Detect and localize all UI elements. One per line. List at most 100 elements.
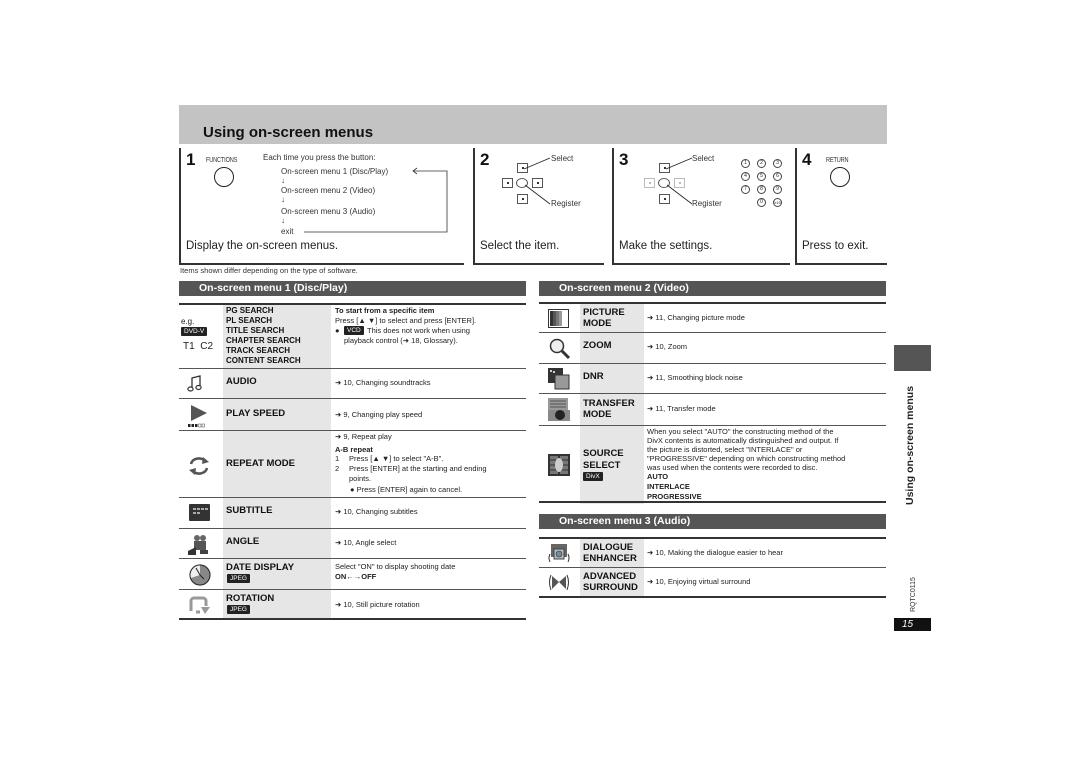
desc-advanced-surround: ➜ 10, Enjoying virtual surround [647,577,751,586]
search-item-pl[interactable]: PL SEARCH [226,316,272,326]
source-desc-line: "PROGRESSIVE" depending on which constru… [647,454,846,463]
item-select[interactable]: SELECT [583,460,620,471]
option-auto[interactable]: AUTO [647,472,668,482]
menu1-header: On-screen menu 1 (Disc/Play) [179,281,526,296]
item-date-display[interactable]: DATE DISPLAY [226,562,294,573]
clock-icon [189,564,211,586]
page-number: 15 [894,618,931,631]
table-row-dialogue-enhancer: DIALOGUE ENHANCER ➜ 10, Making the dialo… [539,539,886,568]
example-label: e.g. [181,317,195,326]
table-row-transfer-mode: TRANSFER MODE ➜ 11, Transfer mode [539,394,886,426]
desc-subtitle: ➜ 10, Changing subtitles [335,507,418,516]
numpad-key-2[interactable]: 2 [757,159,766,168]
item-advanced[interactable]: ADVANCED [583,571,636,582]
return-button[interactable] [830,167,850,187]
item-dialogue[interactable]: DIALOGUE [583,542,633,553]
functions-button[interactable] [214,167,234,187]
table-row-play-speed: PLAY SPEED ➜ 9, Changing play speed [179,399,526,431]
search-item-content[interactable]: CONTENT SEARCH [226,356,301,366]
vcd-note-2: playback control (➜ 18, Glossary). [344,336,458,345]
desc-audio: ➜ 10, Changing soundtracks [335,378,431,387]
item-audio[interactable]: AUDIO [226,376,257,387]
search-item-pg[interactable]: PG SEARCH [226,306,274,316]
menu1-table: e.g. DVD-V T1 C2 PG SEARCH PL SEARCH TIT… [179,305,526,620]
item-transfer[interactable]: TRANSFER [583,398,635,409]
numpad-key-6[interactable]: 6 [773,172,782,181]
desc-transfer-mode: ➜ 11, Transfer mode [647,404,716,413]
menu3-table: DIALOGUE ENHANCER ➜ 10, Making the dialo… [539,539,886,599]
item-surround[interactable]: SURROUND [583,582,638,593]
repeat-icon [189,457,209,475]
step-2-caption: Select the item. [480,240,560,252]
desc-rotation: ➜ 10, Still picture rotation [335,600,420,609]
select-label: Select [551,154,574,163]
numpad-key-7[interactable]: 7 [741,185,750,194]
item-zoom[interactable]: ZOOM [583,340,612,351]
source-desc-line: DivX contents is automatically distingui… [647,436,839,445]
dvd-v-tag: DVD-V [181,327,208,336]
item-picture[interactable]: PICTURE [583,307,625,318]
item-dnr[interactable]: DNR [583,371,604,382]
table-row-repeat-mode: REPEAT MODE ➜ 9, Repeat play A-B repeat … [179,431,526,498]
item-subtitle[interactable]: SUBTITLE [226,505,272,516]
menu2-header: On-screen menu 2 (Video) [539,281,886,296]
numpad-key-1[interactable]: 1 [741,159,750,168]
jpeg-tag: JPEG [227,605,250,614]
step-3-box: 3 Select Register 1 2 3 4 5 6 7 8 9 0 ≥1… [612,148,790,265]
section-tab-marker [894,345,931,371]
magnifier-icon [549,338,571,360]
document-code: RQTC0115 [910,577,917,612]
numpad-key-8[interactable]: 8 [757,185,766,194]
item-repeat-mode[interactable]: REPEAT MODE [226,458,295,469]
numpad-key-3[interactable]: 3 [773,159,782,168]
software-note: Items shown differ depending on the type… [180,266,358,275]
item-play-speed[interactable]: PLAY SPEED [226,408,285,419]
advanced-surround-icon [549,574,569,591]
search-item-title[interactable]: TITLE SEARCH [226,326,284,336]
numpad-key-4[interactable]: 4 [741,172,750,181]
desc-dialogue-enhancer: ➜ 10, Making the dialogue easier to hear [647,548,783,557]
desc-repeat: ➜ 9, Repeat play [335,432,392,441]
item-enhancer[interactable]: ENHANCER [583,553,637,564]
transfer-mode-icon [548,398,570,421]
item-angle[interactable]: ANGLE [226,536,259,547]
table-row-picture-mode: PICTURE MODE ➜ 11, Changing picture mode [539,304,886,333]
desc-play-speed: ➜ 9, Changing play speed [335,410,423,419]
desc-zoom: ➜ 10, Zoom [647,342,688,351]
step-1-caption: Display the on-screen menus. [186,240,339,252]
ab-cancel-note: ● Press [ENTER] again to cancel. [350,485,463,494]
item-rotation[interactable]: ROTATION [226,593,274,604]
step-1-box: 1 FUNCTIONS Each time you press the butt… [179,148,464,265]
item-mode[interactable]: MODE [583,409,612,420]
search-item-track[interactable]: TRACK SEARCH [226,346,290,356]
rotation-icon [189,596,210,614]
table-row-zoom: ZOOM ➜ 10, Zoom [539,333,886,364]
register-label: Register [692,199,722,208]
return-button-label: RETURN [826,157,849,164]
bullet: ● [335,326,340,335]
arrow-down-icon: ↓ [281,176,285,185]
option-interlace[interactable]: INTERLACE [647,482,690,492]
step-number: 4 [802,150,812,169]
dnr-icon [548,368,570,390]
search-item-chapter[interactable]: CHAPTER SEARCH [226,336,301,346]
numpad-key-10plus[interactable]: ≥10 [773,198,782,207]
subtitle-icon [189,504,210,521]
item-mode[interactable]: MODE [583,318,612,329]
numpad-key-9[interactable]: 9 [773,185,782,194]
camera-angle-icon [188,535,208,555]
side-section-title: Using on-screen menus [904,385,916,505]
option-progressive[interactable]: PROGRESSIVE [647,492,702,502]
step-number: 3 [619,150,629,169]
menu2-table: PICTURE MODE ➜ 11, Changing picture mode… [539,304,886,504]
ab-step-text: Press [▲ ▼] to select "A-B". [349,454,444,463]
dpad-left-button[interactable] [502,178,513,188]
numpad-key-5[interactable]: 5 [757,172,766,181]
dpad-left-button[interactable] [644,178,655,188]
cycle-return-arrow [304,167,448,233]
table-row-rotation: ROTATION JPEG ➜ 10, Still picture rotati… [179,590,526,620]
item-source[interactable]: SOURCE [583,448,624,459]
numpad-key-0[interactable]: 0 [757,198,766,207]
desc-date-display: Select "ON" to display shooting date [335,562,456,571]
table-row-subtitle: SUBTITLE ➜ 10, Changing subtitles [179,498,526,529]
